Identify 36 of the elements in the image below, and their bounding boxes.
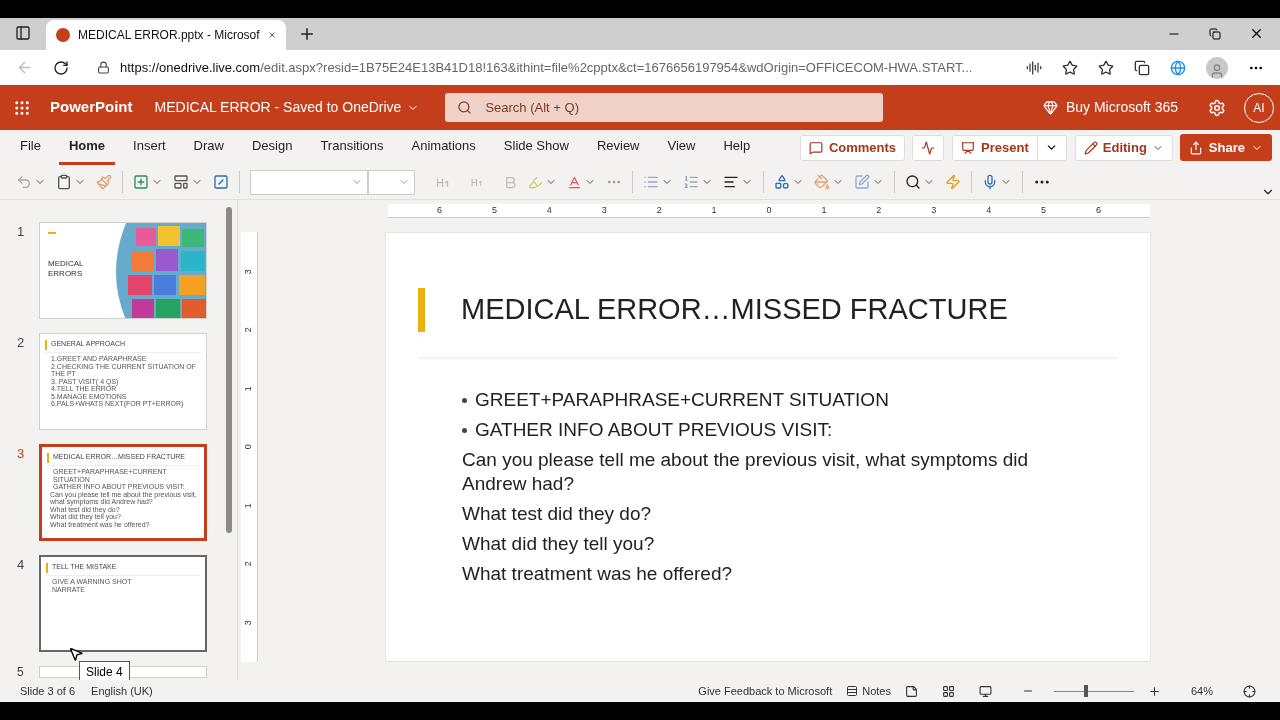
slide-number: 2 [17,334,26,352]
ruler-label: 1 [242,385,255,391]
ruler-label: 4 [546,203,552,217]
slide-text: What treatment was he offered? [462,562,734,586]
ruler-label: 1 [711,203,717,217]
ruler-label: 0 [766,203,772,217]
ruler-label: 6 [436,203,442,217]
ruler-label: 2 [242,561,255,567]
ruler-label: 3 [931,203,937,217]
ruler-label: 3 [601,203,607,217]
ruler-label: 3 [242,268,255,274]
ruler-label: 4 [986,203,992,217]
ruler-label: 3 [242,620,255,626]
ruler-label: 2 [242,327,255,333]
slide-bullet: GATHER INFO ABOUT PREVIOUS VISIT: [475,418,833,442]
slide-text: What test did they do? [462,502,653,526]
ruler-label: 1 [242,503,255,509]
ruler-label: 5 [491,203,497,217]
slide-position: Slide 3 of 6 [20,683,76,699]
ruler-label: 2 [876,203,882,217]
slide-title: MEDICAL ERROR…MISSED FRACTURE [461,292,1008,328]
slide-number: 1 [17,223,26,241]
ruler-label: 2 [656,203,662,217]
slide-bullet: GREET+PARAPHRASE+CURRENT SITUATION [475,388,889,412]
slide-text: What did they tell you? [462,532,656,556]
ruler-label: 0 [242,444,255,450]
ruler-label: 5 [1041,203,1047,217]
slide-title: MEDICAL ERRORS [48,259,85,279]
slide-number: 5 [17,666,25,678]
slide-text: Can you please tell me about the previous visit, what symptoms did Andrew had? [462,448,1030,496]
slide-number: 3 [17,445,26,463]
tooltip: Slide 4 [79,661,130,680]
tab-title: MEDICAL ERROR.pptx - Microsof [78,27,260,44]
slide-number: 4 [17,556,26,574]
ruler-label: 6 [1096,203,1102,217]
ruler-label: 1 [821,203,827,217]
